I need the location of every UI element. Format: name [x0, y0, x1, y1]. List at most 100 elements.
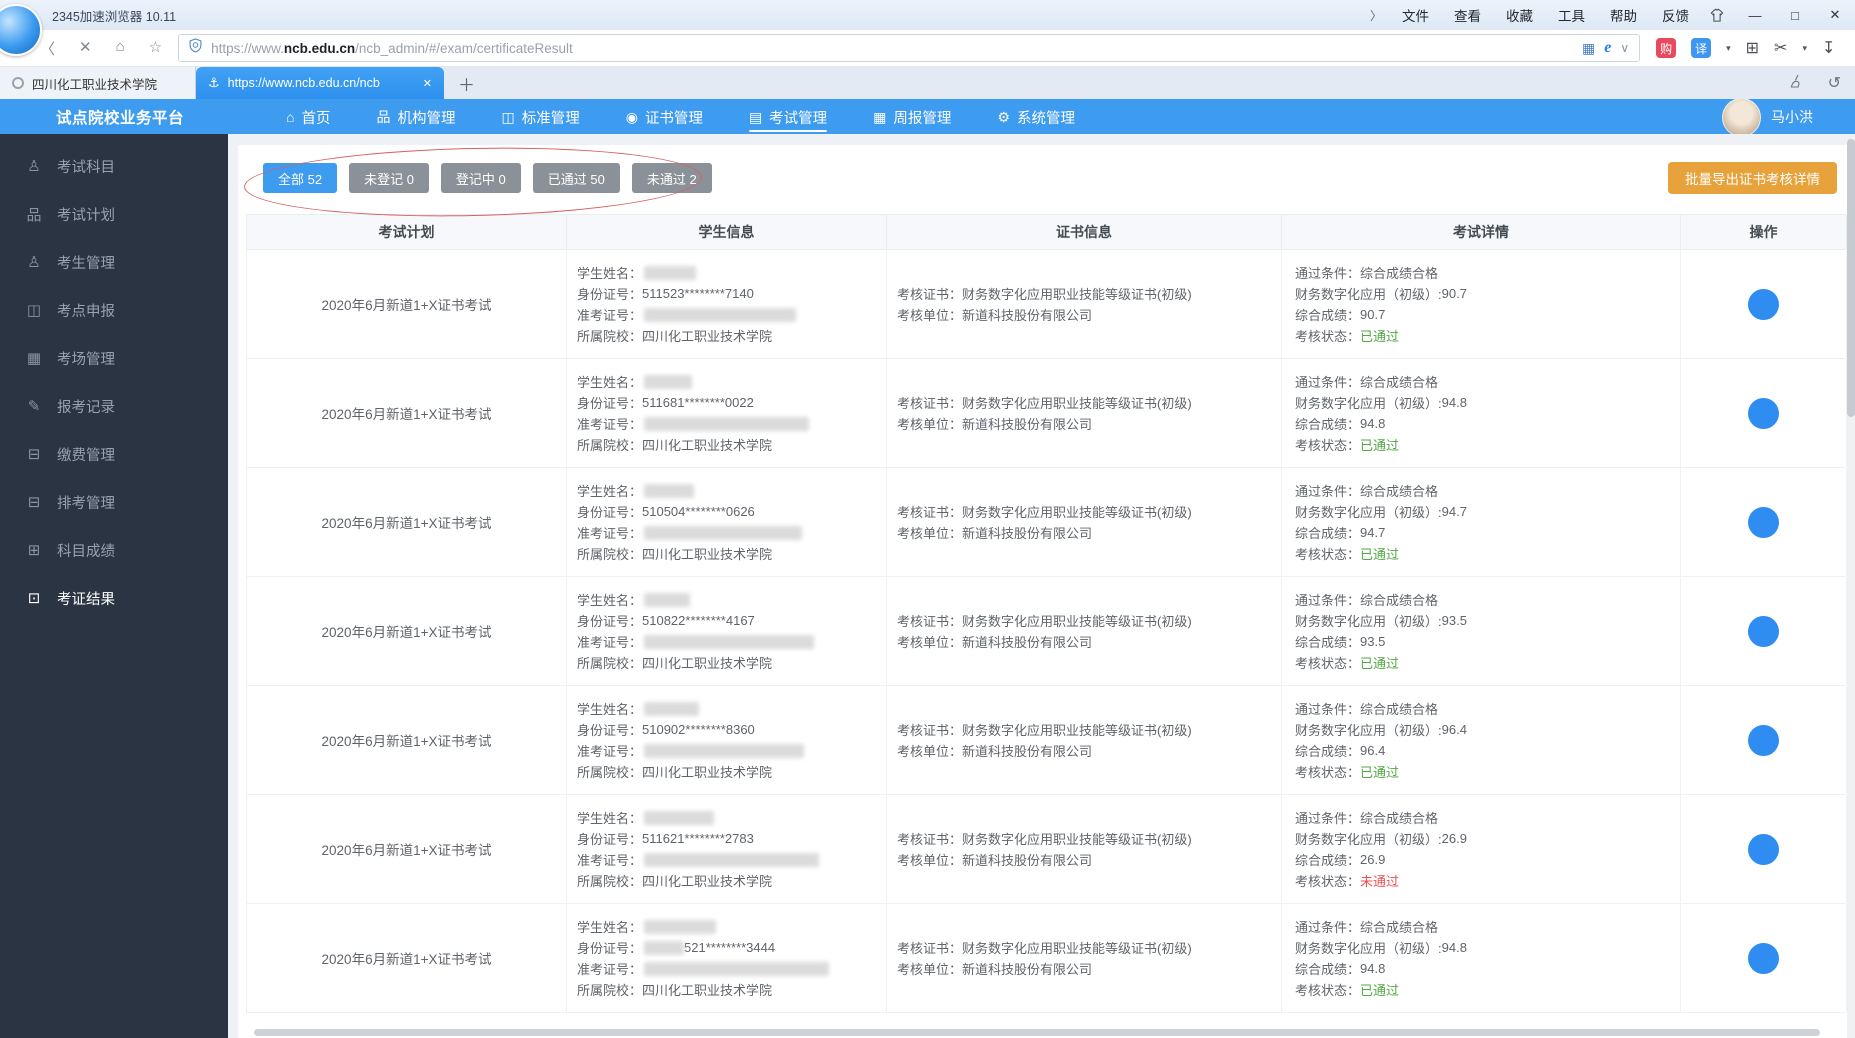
cert-value: 财务数字化应用职业技能等级证书(初级): [962, 723, 1192, 738]
school-line: 所属院校： 四川化工职业技术学院: [577, 979, 886, 1000]
nav-item-证书管理[interactable]: ◉ 证书管理: [626, 99, 703, 135]
minimize-button[interactable]: —: [1745, 8, 1765, 23]
cert-line: 考核证书： 财务数字化应用职业技能等级证书(初级): [897, 610, 1281, 631]
tab-title: 四川化工职业技术学院: [32, 77, 158, 92]
chevron-down-icon[interactable]: ∨: [1620, 41, 1629, 55]
total-score-value: 94.8: [1360, 416, 1386, 431]
book-icon: ◫: [26, 302, 42, 319]
new-tab-button[interactable]: ＋: [458, 71, 475, 96]
table-header-row: 考试计划 学生信息 证书信息 考试详情 操作: [247, 214, 1847, 250]
ie-compat-icon[interactable]: e: [1604, 39, 1611, 57]
nav-item-系统管理[interactable]: ⚙ 系统管理: [997, 99, 1075, 135]
filter-button[interactable]: 已通过 50: [532, 163, 620, 193]
sidebar-item-考生管理[interactable]: ♙ 考生管理: [0, 238, 228, 286]
brand-title: 试点院校业务平台: [56, 110, 185, 127]
filter-button[interactable]: 未通过 2: [631, 163, 712, 193]
school-value: 四川化工职业技术学院: [642, 329, 773, 344]
cleanup-broom-icon[interactable]: [1788, 73, 1804, 94]
filter-button[interactable]: 未登记 0: [349, 163, 429, 193]
nav-item-首页[interactable]: ⌂ 首页: [286, 99, 330, 135]
nav-item-标准管理[interactable]: ◫ 标准管理: [501, 99, 579, 135]
download-icon[interactable]: ↧: [1822, 38, 1835, 58]
translate-badge[interactable]: 译: [1691, 38, 1712, 58]
student-info-cell: 学生姓名： 身份证号： 510504********0626 准考证号： 所属院校： 四川…: [567, 468, 887, 576]
sidebar-item-考场管理[interactable]: ▦ 考场管理: [0, 334, 228, 382]
menu-item[interactable]: 收藏: [1506, 5, 1533, 25]
row-action-button[interactable]: [1748, 942, 1779, 974]
back-icon[interactable]: 〈: [40, 38, 55, 59]
org-value: 新道科技股份有限公司: [962, 526, 1093, 541]
nav-item-周报管理[interactable]: ▦ 周报管理: [873, 99, 951, 135]
vertical-scrollbar[interactable]: [1847, 134, 1855, 1038]
sidebar-item-考点申报[interactable]: ◫ 考点申报: [0, 286, 228, 334]
skin-icon[interactable]: [1709, 8, 1725, 23]
avatar[interactable]: [1722, 97, 1761, 137]
results-table: 考试计划 学生信息 证书信息 考试详情 操作 2020年6月新道1+X证书考试 学生姓名：…: [246, 214, 1847, 1013]
sidebar-item-报考记录[interactable]: ✎ 报考记录: [0, 382, 228, 430]
browser-menubar: 文件 查看 收藏 工具 帮助 反馈: [1402, 5, 1689, 25]
status-line: 考核状态： 已通过: [1295, 761, 1680, 782]
star-icon[interactable]: ☆: [149, 38, 162, 59]
tab-close-icon[interactable]: ✕: [423, 77, 432, 90]
nav-item-考试管理[interactable]: ▤ 考试管理: [748, 99, 828, 135]
field-label: 财务数字化应用（初级）:: [1295, 287, 1442, 302]
stop-icon[interactable]: ✕: [79, 38, 92, 59]
sidebar-item-考证结果[interactable]: ⊡ 考证结果: [0, 574, 228, 622]
exam-detail-cell: 通过条件： 综合成绩合格 财务数字化应用（初级）: 26.9 综合成绩： 26.9 考…: [1282, 795, 1681, 903]
filter-button[interactable]: 全部 52: [263, 163, 338, 193]
close-button[interactable]: ✕: [1825, 7, 1845, 23]
row-action-button[interactable]: [1748, 833, 1779, 865]
sidebar-item-排考管理[interactable]: ⊟ 排考管理: [0, 478, 228, 526]
user-menu[interactable]: 马小洪: [1722, 97, 1813, 137]
certificate-info-cell: 考核证书： 财务数字化应用职业技能等级证书(初级) 考核单位： 新道科技股份有限公司: [887, 359, 1282, 467]
nav-item-机构管理[interactable]: 品机构管理: [376, 99, 455, 135]
caret-down-icon[interactable]: ▾: [1726, 43, 1731, 54]
caret-down-icon[interactable]: ▾: [1802, 43, 1807, 54]
sidebar-item-考试计划[interactable]: 品考试计划: [0, 190, 228, 238]
exam-plan-cell: 2020年6月新道1+X证书考试: [247, 686, 567, 794]
cert-value: 财务数字化应用职业技能等级证书(初级): [962, 832, 1192, 847]
school-line: 所属院校： 四川化工职业技术学院: [577, 543, 886, 564]
row-action-button[interactable]: [1748, 397, 1779, 429]
sidebar-item-label: 考证结果: [57, 591, 115, 608]
qr-code-icon[interactable]: ▦: [1582, 40, 1595, 57]
browser-tab[interactable]: ⚓ https://www.ncb.edu.cn/ncb ✕: [196, 67, 444, 99]
split-screen-icon[interactable]: ⊞: [1746, 38, 1759, 58]
sidebar-item-考试科目[interactable]: ♙ 考试科目: [0, 142, 228, 190]
sidebar-item-缴费管理[interactable]: ⊟ 缴费管理: [0, 430, 228, 478]
url-text[interactable]: https://www.ncb.edu.cn/ncb_admin/#/exam/…: [211, 41, 1573, 56]
menu-item[interactable]: 帮助: [1610, 5, 1637, 25]
menu-item[interactable]: 文件: [1402, 5, 1429, 25]
horizontal-scrollbar[interactable]: [254, 1029, 1820, 1036]
field-label: 考核证书：: [897, 941, 963, 956]
main-content: 全部 52 未登记 0 登记中 0 已通过 50 未通过 2 批量导出证书考核详情 考试…: [228, 134, 1847, 1038]
maximize-button[interactable]: □: [1785, 8, 1805, 23]
operation-cell: [1681, 904, 1847, 1012]
row-action-button[interactable]: [1748, 506, 1779, 538]
row-action-button[interactable]: [1748, 288, 1779, 320]
certificate-info-cell: 考核证书： 财务数字化应用职业技能等级证书(初级) 考核单位： 新道科技股份有限公司: [887, 577, 1282, 685]
browser-tab[interactable]: 四川化工职业技术学院: [0, 67, 196, 99]
student-id-value: 510822********4167: [642, 613, 755, 628]
table-row: 2020年6月新道1+X证书考试 学生姓名： 身份证号： 521********344…: [247, 904, 1847, 1013]
filter-button[interactable]: 登记中 0: [440, 163, 521, 193]
menu-item[interactable]: 查看: [1454, 5, 1481, 25]
sidebar-item-科目成绩[interactable]: ⊞ 科目成绩: [0, 526, 228, 574]
export-button[interactable]: 批量导出证书考核详情: [1668, 162, 1837, 194]
scrollbar-thumb[interactable]: [1847, 139, 1855, 417]
menu-item[interactable]: 反馈: [1662, 5, 1689, 25]
row-action-button[interactable]: [1748, 724, 1779, 756]
menu-collapse-icon[interactable]: 〉: [1370, 7, 1382, 24]
field-label: 身份证号：: [577, 614, 643, 629]
row-action-button[interactable]: [1748, 615, 1779, 647]
home-button-icon[interactable]: ⌂: [116, 38, 125, 59]
sidebar-item-label: 排考管理: [57, 495, 115, 512]
menu-item[interactable]: 工具: [1558, 5, 1585, 25]
restore-tab-icon[interactable]: ↺: [1828, 73, 1841, 93]
field-label: 考核单位：: [897, 853, 963, 868]
address-bar[interactable]: https://www.ncb.edu.cn/ncb_admin/#/exam/…: [178, 34, 1641, 62]
shopping-badge[interactable]: 购: [1656, 38, 1677, 58]
scissors-icon[interactable]: ✂: [1774, 38, 1787, 58]
browser-title: 2345加速浏览器 10.11: [52, 9, 177, 24]
site-safety-shield-icon[interactable]: [189, 38, 202, 58]
